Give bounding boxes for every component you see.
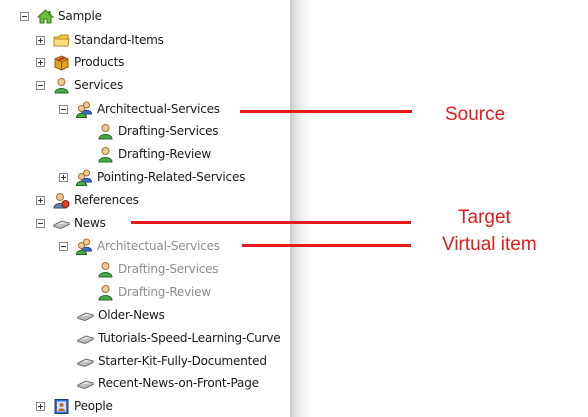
tree-item-drafting-services[interactable]: Drafting-Services: [97, 120, 219, 142]
collapse-toggle[interactable]: [36, 80, 45, 90]
tree-item-older-news[interactable]: Older-News: [77, 304, 165, 326]
newspaper-icon: [77, 330, 94, 347]
home-icon: [37, 8, 54, 25]
tree-item-pointing-related-services[interactable]: Pointing-Related-Services: [59, 166, 245, 188]
expand-toggle[interactable]: [36, 35, 45, 45]
tree-item-label: Drafting-Services: [118, 124, 219, 138]
tree-item-standard-items[interactable]: Standard-Items: [36, 29, 164, 51]
contact-card-icon: [53, 398, 70, 415]
virtual-item-callout: Virtual item: [442, 234, 537, 255]
tree-item-label: Services: [74, 78, 124, 92]
virtual-pointer-line: [242, 244, 411, 247]
tree-item-drafting-services-virtual[interactable]: Drafting-Services: [97, 258, 219, 280]
tree-item-label: Drafting-Services: [118, 262, 219, 276]
tree-item-label: Recent-News-on-Front-Page: [98, 376, 259, 390]
box-icon: [53, 54, 70, 71]
expand-toggle[interactable]: [36, 57, 45, 67]
collapse-toggle[interactable]: [36, 218, 45, 228]
newspaper-icon: [77, 307, 94, 324]
source-pointer-line: [240, 110, 412, 113]
tree-item-label: Sample: [58, 9, 102, 23]
tree-item-tutorials-speed-learning-curve[interactable]: Tutorials-Speed-Learning-Curve: [77, 327, 281, 349]
tree-item-services[interactable]: Services: [36, 74, 123, 96]
user-group-icon: [76, 169, 93, 186]
tree-item-architectual-services[interactable]: Architectual-Services: [59, 98, 220, 120]
user-reference-icon: [53, 192, 70, 209]
collapse-toggle[interactable]: [59, 241, 68, 251]
content-tree: Sample Standard-Items Products Services …: [0, 0, 290, 417]
source-callout: Source: [445, 104, 506, 125]
folder-icon: [53, 32, 70, 49]
tree-item-label: People: [74, 399, 113, 413]
panel-shadow: [290, 0, 312, 417]
newspaper-icon: [77, 353, 94, 370]
tree-item-label: Drafting-Review: [118, 147, 211, 161]
tree-item-people[interactable]: People: [36, 395, 113, 417]
user-green-icon: [97, 261, 114, 278]
tree-item-label: Products: [74, 55, 125, 69]
tree-item-label: News: [74, 216, 106, 230]
user-group-icon: [76, 238, 93, 255]
tree-item-drafting-review-virtual[interactable]: Drafting-Review: [97, 281, 211, 303]
newspaper-icon: [77, 375, 94, 392]
user-green-icon: [97, 146, 114, 163]
expand-toggle[interactable]: [36, 195, 45, 205]
tree-item-label: Starter-Kit-Fully-Documented: [98, 354, 267, 368]
tree-item-label: Architectual-Services: [97, 239, 220, 253]
target-callout: Target: [458, 207, 511, 228]
tree-item-label: Older-News: [98, 308, 165, 322]
tree-item-news[interactable]: News: [36, 212, 106, 234]
tree-item-label: Tutorials-Speed-Learning-Curve: [98, 331, 281, 345]
tree-item-label: References: [74, 193, 139, 207]
tree-item-products[interactable]: Products: [36, 51, 124, 73]
user-green-icon: [53, 77, 70, 94]
newspaper-icon: [53, 215, 70, 232]
tree-item-sample[interactable]: Sample: [20, 5, 102, 27]
tree-item-label: Pointing-Related-Services: [97, 170, 246, 184]
target-pointer-line: [131, 221, 411, 224]
tree-item-label: Architectual-Services: [97, 102, 220, 116]
collapse-toggle[interactable]: [59, 104, 68, 114]
expand-toggle[interactable]: [36, 401, 45, 411]
tree-item-recent-news-on-front-page[interactable]: Recent-News-on-Front-Page: [77, 372, 259, 394]
tree-item-drafting-review[interactable]: Drafting-Review: [97, 143, 211, 165]
tree-item-label: Standard-Items: [74, 33, 164, 47]
tree-item-architectual-services-virtual[interactable]: Architectual-Services: [59, 235, 220, 257]
user-green-icon: [97, 284, 114, 301]
tree-item-references[interactable]: References: [36, 189, 139, 211]
collapse-toggle[interactable]: [20, 11, 29, 21]
expand-toggle[interactable]: [59, 172, 68, 182]
tree-item-starter-kit-fully-documented[interactable]: Starter-Kit-Fully-Documented: [77, 350, 267, 372]
user-green-icon: [97, 123, 114, 140]
tree-item-label: Drafting-Review: [118, 285, 211, 299]
user-group-icon: [76, 101, 93, 118]
